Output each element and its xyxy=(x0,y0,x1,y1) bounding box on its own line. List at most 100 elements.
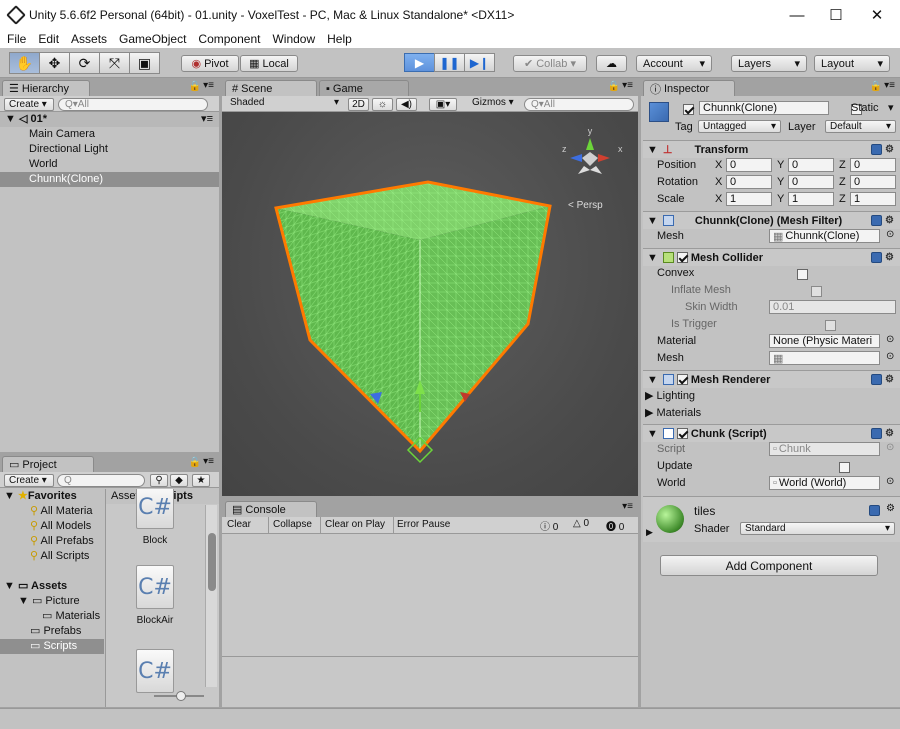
layout-dropdown[interactable]: Layout ▾ xyxy=(814,55,890,72)
mesh-renderer-header[interactable]: ▼ Mesh Renderer ⚙ xyxy=(643,370,900,388)
rotate-tool-icon[interactable]: ⟳ xyxy=(69,52,100,74)
static-dropdown-icon[interactable]: ▾ xyxy=(888,101,894,114)
gizmos-dropdown[interactable]: Gizmos ▾ xyxy=(472,97,514,108)
add-component-button[interactable]: Add Component xyxy=(660,555,878,576)
slider-thumb[interactable] xyxy=(176,691,186,701)
position-y-input[interactable]: 0 xyxy=(788,158,834,172)
help-book-icon[interactable] xyxy=(869,505,880,516)
object-picker-icon[interactable]: ⊙ xyxy=(886,351,894,362)
orientation-gizmo[interactable] xyxy=(570,138,610,174)
scrollbar-thumb[interactable] xyxy=(208,533,216,591)
warning-count-toggle[interactable]: △ 0 xyxy=(573,518,589,529)
close-button[interactable]: ✕ xyxy=(854,0,900,30)
account-dropdown[interactable]: Account ▾ xyxy=(636,55,712,72)
lighting-toggle-icon[interactable]: ☼ xyxy=(372,98,393,111)
tab-console[interactable]: ▤ Console xyxy=(225,501,317,517)
help-book-icon[interactable] xyxy=(871,144,882,155)
tab-inspector[interactable]: ⓘ Inspector xyxy=(643,80,735,96)
scene-row[interactable]: ▼ ◁ 01* ▾≡ xyxy=(0,112,219,127)
tab-project[interactable]: ▭ Project xyxy=(2,456,94,472)
favorite-item[interactable]: ⚲ All Models xyxy=(0,519,104,534)
folder-item[interactable]: ▭ Prefabs xyxy=(0,624,104,639)
lock-icon[interactable]: 🔒 xyxy=(870,81,882,92)
materials-foldout[interactable]: ▶ Materials xyxy=(645,406,701,419)
project-create-dropdown[interactable]: Create ▾ xyxy=(4,474,54,487)
script-file[interactable]: C# xyxy=(125,649,185,699)
cloud-button[interactable]: ☁ xyxy=(596,55,627,72)
scale-y-input[interactable]: 1 xyxy=(788,192,834,206)
hierarchy-item[interactable]: Directional Light xyxy=(0,142,219,157)
gear-icon[interactable]: ⚙ xyxy=(885,215,894,226)
tab-scene[interactable]: # Scene xyxy=(225,80,317,96)
material-foldout-icon[interactable]: ▶ xyxy=(646,527,653,538)
script-file[interactable]: C# Block xyxy=(125,489,185,546)
hierarchy-search-input[interactable]: Q▾All xyxy=(58,98,208,111)
object-picker-icon[interactable]: ⊙ xyxy=(886,476,894,487)
rotation-z-input[interactable]: 0 xyxy=(850,175,896,189)
scene-viewport[interactable]: y x z < Persp xyxy=(222,112,638,496)
panel-menu-icon[interactable]: ▾≡ xyxy=(203,456,214,467)
collider-mesh-field[interactable]: ▦ xyxy=(769,351,880,365)
active-checkbox[interactable] xyxy=(683,103,694,115)
hand-tool-icon[interactable]: ✋ xyxy=(9,52,40,74)
menu-component[interactable]: Component xyxy=(191,32,265,46)
world-field[interactable]: ▫ World (World) xyxy=(769,476,880,490)
rotation-y-input[interactable]: 0 xyxy=(788,175,834,189)
favorites-header[interactable]: ▼ ★Favorites xyxy=(0,489,104,504)
project-search-input[interactable]: Q xyxy=(57,474,145,487)
shading-mode-dropdown[interactable]: Shaded xyxy=(230,97,264,108)
panel-menu-icon[interactable]: ▾≡ xyxy=(622,501,633,512)
object-name-input[interactable]: Chunnk(Clone) xyxy=(699,101,829,115)
script-field[interactable]: ▫ Chunk xyxy=(769,442,880,456)
transform-header[interactable]: ▼ ⊥ Transform ⚙ xyxy=(643,140,900,158)
scale-z-input[interactable]: 1 xyxy=(850,192,896,206)
hierarchy-item[interactable]: World xyxy=(0,157,219,172)
hierarchy-item-selected[interactable]: Chunnk(Clone) xyxy=(0,172,219,187)
tab-game[interactable]: ▪ Game xyxy=(319,80,409,96)
folder-item[interactable]: ▭ Materials xyxy=(0,609,104,624)
rotation-x-input[interactable]: 0 xyxy=(726,175,772,189)
menu-gameobject[interactable]: GameObject xyxy=(112,32,191,46)
lock-icon[interactable]: 🔒 xyxy=(189,81,201,92)
scene-search-input[interactable]: Q▾All xyxy=(524,98,634,111)
help-book-icon[interactable] xyxy=(871,215,882,226)
gear-icon[interactable]: ⚙ xyxy=(885,252,894,263)
favorite-item[interactable]: ⚲ All Prefabs xyxy=(0,534,104,549)
gear-icon[interactable]: ⚙ xyxy=(885,428,894,439)
panel-menu-icon[interactable]: ▾≡ xyxy=(884,80,895,91)
convex-checkbox[interactable] xyxy=(797,268,809,280)
help-book-icon[interactable] xyxy=(871,252,882,263)
panel-menu-icon[interactable]: ▾≡ xyxy=(203,80,214,91)
inflate-mesh-checkbox[interactable] xyxy=(811,285,823,297)
hierarchy-create-dropdown[interactable]: Create ▾ xyxy=(4,98,54,111)
filter-type-icon[interactable]: ⚲ xyxy=(150,474,168,487)
assets-header[interactable]: ▼ ▭ Assets xyxy=(0,579,104,594)
console-clear-on-play-button[interactable]: Clear on Play xyxy=(325,519,385,530)
pivot-button[interactable]: ◉ Pivot xyxy=(181,55,239,72)
menu-assets[interactable]: Assets xyxy=(64,32,112,46)
scale-x-input[interactable]: 1 xyxy=(726,192,772,206)
folder-item[interactable]: ▼ ▭ Picture xyxy=(0,594,104,609)
object-picker-icon[interactable]: ⊙ xyxy=(886,442,894,453)
is-trigger-checkbox[interactable] xyxy=(825,319,837,331)
skin-width-input[interactable]: 0.01 xyxy=(769,300,896,314)
mesh-collider-enabled-checkbox[interactable] xyxy=(676,252,688,263)
lock-icon[interactable]: 🔒 xyxy=(189,457,201,468)
hierarchy-item[interactable]: Main Camera xyxy=(0,127,219,142)
filter-label-icon[interactable]: ◆ xyxy=(170,474,188,487)
folder-item-selected[interactable]: ▭ Scripts xyxy=(0,639,104,654)
position-x-input[interactable]: 0 xyxy=(726,158,772,172)
pause-button[interactable]: ❚❚ xyxy=(434,53,465,72)
step-button[interactable]: ▶❙ xyxy=(464,53,495,72)
rect-tool-icon[interactable]: ▣ xyxy=(129,52,160,74)
chunk-script-header[interactable]: ▼ Chunk (Script) ⚙ xyxy=(643,424,900,442)
favorite-item[interactable]: ⚲ All Scripts xyxy=(0,549,104,564)
console-clear-button[interactable]: Clear xyxy=(227,519,251,530)
mode-2d-toggle[interactable]: 2D xyxy=(348,98,369,111)
console-collapse-button[interactable]: Collapse xyxy=(273,519,312,530)
maximize-button[interactable]: ☐ xyxy=(813,0,859,30)
help-book-icon[interactable] xyxy=(871,428,882,439)
gear-icon[interactable]: ⚙ xyxy=(886,503,895,514)
gear-icon[interactable]: ⚙ xyxy=(885,144,894,155)
layer-dropdown[interactable]: Default ▾ xyxy=(825,120,896,133)
